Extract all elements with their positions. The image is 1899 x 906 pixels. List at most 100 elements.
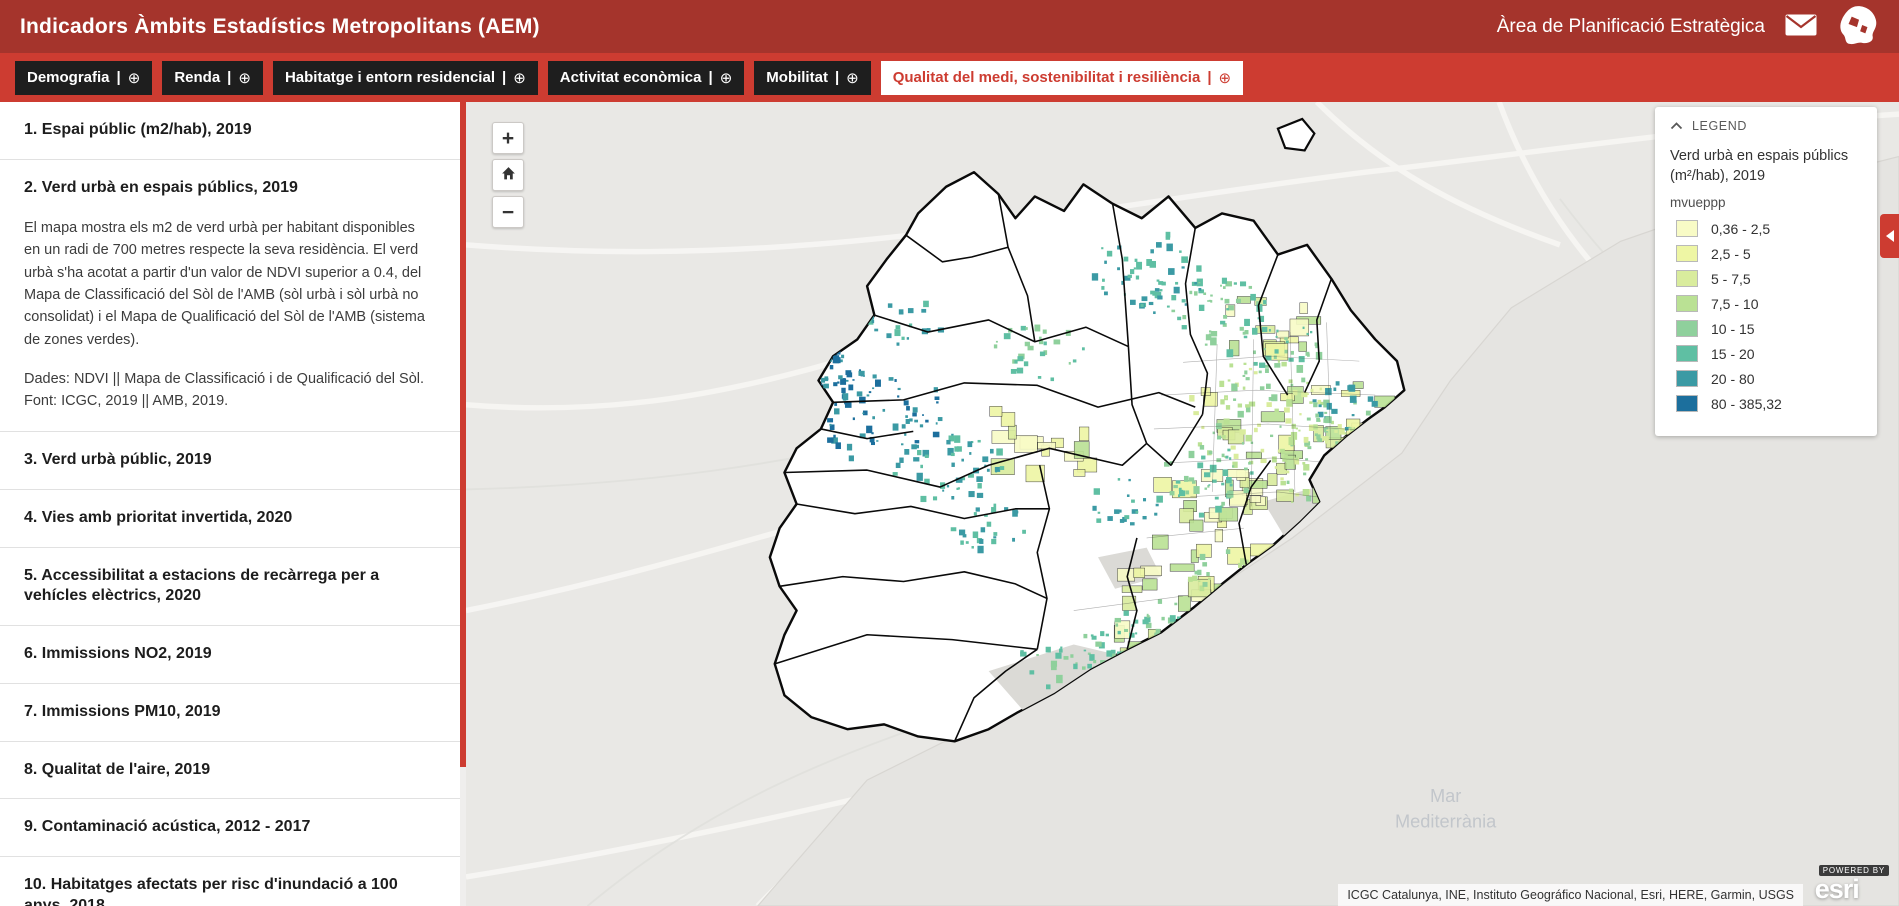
- legend-swatch: [1676, 370, 1698, 387]
- legend-class-label: 20 - 80: [1711, 371, 1755, 387]
- legend-class-row: 20 - 80: [1676, 370, 1862, 387]
- indicator-item-8[interactable]: 8. Qualitat de l'aire, 2019: [0, 742, 466, 800]
- map-controls: + −: [492, 122, 524, 228]
- legend-swatch: [1676, 295, 1698, 312]
- legend-header[interactable]: LEGEND: [1670, 117, 1862, 147]
- legend-swatch: [1676, 245, 1698, 262]
- collapse-panel-tab[interactable]: [1880, 214, 1899, 258]
- svg-text:Mar: Mar: [1430, 786, 1461, 806]
- expand-icon: ⊕: [513, 69, 526, 87]
- legend-header-label: LEGEND: [1692, 119, 1747, 133]
- indicator-sidebar: 1. Espai públic (m2/hab), 2019 2. Verd u…: [0, 102, 466, 906]
- legend-class-label: 0,36 - 2,5: [1711, 221, 1770, 237]
- mail-icon: [1785, 14, 1817, 39]
- indicator-title: 7. Immissions PM10, 2019: [24, 702, 430, 723]
- home-button[interactable]: [492, 159, 524, 191]
- legend-class-label: 5 - 7,5: [1711, 271, 1751, 287]
- legend-swatch: [1676, 220, 1698, 237]
- indicator-description: El mapa mostra els m2 de verd urbà per h…: [24, 217, 430, 352]
- indicator-title: 5. Accessibilitat a estacions de recàrre…: [24, 566, 430, 608]
- amb-logo-icon: [1837, 4, 1879, 49]
- indicator-title: 3. Verd urbà públic, 2019: [24, 450, 430, 471]
- indicator-title: 10. Habitatges afectats per risc d'inund…: [24, 875, 430, 906]
- indicator-title: 9. Contaminació acústica, 2012 - 2017: [24, 817, 430, 838]
- category-nav: Demografia | ⊕ Renda | ⊕ Habitatge i ent…: [0, 53, 1899, 102]
- indicator-item-1[interactable]: 1. Espai públic (m2/hab), 2019: [0, 102, 466, 160]
- nav-tab-habitatge[interactable]: Habitatge i entorn residencial | ⊕: [273, 61, 538, 95]
- nav-tab-demografia[interactable]: Demografia | ⊕: [15, 61, 152, 95]
- expand-icon: ⊕: [846, 69, 859, 87]
- nav-tab-label: Activitat econòmica: [560, 69, 702, 86]
- legend-class-row: 7,5 - 10: [1676, 295, 1862, 312]
- chevron-up-icon: [1670, 117, 1683, 135]
- amb-logo[interactable]: [1837, 4, 1879, 49]
- legend-class-row: 10 - 15: [1676, 320, 1862, 337]
- pipe-separator: |: [709, 69, 713, 86]
- legend-swatch: [1676, 345, 1698, 362]
- nav-tab-label: Demografia: [27, 69, 110, 86]
- pipe-separator: |: [1207, 69, 1211, 86]
- mail-button[interactable]: [1785, 14, 1817, 39]
- esri-logo: POWERED BY esri: [1815, 865, 1889, 903]
- legend-class-label: 80 - 385,32: [1711, 396, 1782, 412]
- indicator-item-10[interactable]: 10. Habitatges afectats per risc d'inund…: [0, 857, 466, 906]
- indicator-item-9[interactable]: 9. Contaminació acústica, 2012 - 2017: [0, 799, 466, 857]
- home-icon: [500, 165, 517, 186]
- pipe-separator: |: [835, 69, 839, 86]
- indicator-item-7[interactable]: 7. Immissions PM10, 2019: [0, 684, 466, 742]
- indicator-item-6[interactable]: 6. Immissions NO2, 2019: [0, 626, 466, 684]
- indicator-item-3[interactable]: 3. Verd urbà públic, 2019: [0, 432, 466, 490]
- indicator-title: 2. Verd urbà en espais públics, 2019: [24, 178, 430, 199]
- legend-class-row: 15 - 20: [1676, 345, 1862, 362]
- pipe-separator: |: [502, 69, 506, 86]
- expand-icon: ⊕: [238, 69, 251, 87]
- app-title: Indicadors Àmbits Estadístics Metropolit…: [20, 15, 540, 39]
- header-right-group: Àrea de Planificació Estratègica: [1497, 4, 1879, 49]
- legend-class-label: 10 - 15: [1711, 321, 1755, 337]
- legend-swatch: [1676, 270, 1698, 287]
- expand-icon: ⊕: [1219, 69, 1232, 87]
- pipe-separator: |: [117, 69, 121, 86]
- legend-class-label: 15 - 20: [1711, 346, 1755, 362]
- nav-tab-qualitat-del-medi[interactable]: Qualitat del medi, sostenibilitat i resi…: [881, 61, 1243, 95]
- indicator-title: 4. Vies amb prioritat invertida, 2020: [24, 508, 430, 529]
- nav-tab-renda[interactable]: Renda | ⊕: [162, 61, 263, 95]
- collapse-arrow-icon: [1886, 230, 1894, 242]
- legend-class-row: 5 - 7,5: [1676, 270, 1862, 287]
- expand-icon: ⊕: [128, 69, 141, 87]
- nav-tab-label: Qualitat del medi, sostenibilitat i resi…: [893, 69, 1201, 86]
- legend-swatch: [1676, 395, 1698, 412]
- nav-tab-activitat-economica[interactable]: Activitat econòmica | ⊕: [548, 61, 745, 95]
- indicator-title: 6. Immissions NO2, 2019: [24, 644, 430, 665]
- svg-text:Mediterrània: Mediterrània: [1395, 811, 1497, 831]
- nav-tab-label: Mobilitat: [766, 69, 828, 86]
- legend-swatch: [1676, 320, 1698, 337]
- legend-layer-title: Verd urbà en espais públics (m²/hab), 20…: [1670, 147, 1862, 186]
- indicator-title: 8. Qualitat de l'aire, 2019: [24, 760, 430, 781]
- app-header: Indicadors Àmbits Estadístics Metropolit…: [0, 0, 1899, 53]
- zoom-out-button[interactable]: −: [492, 196, 524, 228]
- indicator-title: 1. Espai públic (m2/hab), 2019: [24, 120, 430, 141]
- legend-class-label: 2,5 - 5: [1711, 246, 1751, 262]
- main-layout: 1. Espai públic (m2/hab), 2019 2. Verd u…: [0, 102, 1899, 906]
- area-label: Àrea de Planificació Estratègica: [1497, 16, 1765, 38]
- map-canvas[interactable]: Mar Mediterrània + − LEGEND Verd urbà en: [466, 102, 1899, 906]
- legend-class-row: 2,5 - 5: [1676, 245, 1862, 262]
- map-attribution: ICGC Catalunya, INE, Instituto Geográfic…: [1338, 884, 1803, 906]
- indicator-item-4[interactable]: 4. Vies amb prioritat invertida, 2020: [0, 490, 466, 548]
- expand-icon: ⊕: [720, 69, 733, 87]
- legend-class-row: 0,36 - 2,5: [1676, 220, 1862, 237]
- legend-panel: LEGEND Verd urbà en espais públics (m²/h…: [1655, 107, 1877, 436]
- legend-field-name: mvueppp: [1670, 195, 1862, 210]
- nav-tab-label: Habitatge i entorn residencial: [285, 69, 495, 86]
- indicator-source: Dades: NDVI || Mapa de Classificació i d…: [24, 369, 430, 413]
- legend-class-row: 80 - 385,32: [1676, 395, 1862, 412]
- legend-class-label: 7,5 - 10: [1711, 296, 1758, 312]
- nav-tab-mobilitat[interactable]: Mobilitat | ⊕: [754, 61, 870, 95]
- indicator-item-2-expanded[interactable]: 2. Verd urbà en espais públics, 2019 El …: [0, 160, 466, 432]
- zoom-in-button[interactable]: +: [492, 122, 524, 154]
- indicator-list: 1. Espai públic (m2/hab), 2019 2. Verd u…: [0, 102, 466, 906]
- nav-tab-label: Renda: [174, 69, 220, 86]
- pipe-separator: |: [227, 69, 231, 86]
- indicator-item-5[interactable]: 5. Accessibilitat a estacions de recàrre…: [0, 548, 466, 627]
